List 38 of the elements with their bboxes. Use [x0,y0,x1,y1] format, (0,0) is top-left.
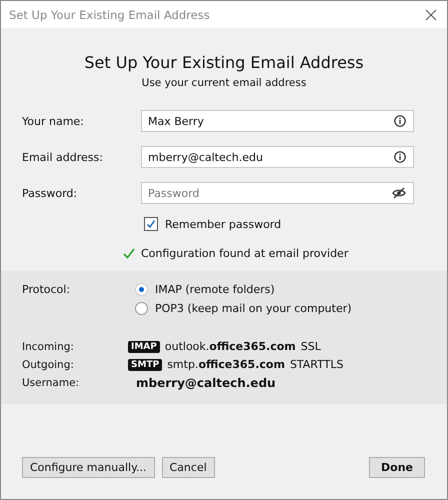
window-title: Set Up Your Existing Email Address [9,8,210,22]
info-icon[interactable] [394,151,406,163]
text-field[interactable]: Max Berry [141,110,414,132]
radio-label: POP3 (keep mail on your computer) [155,302,352,315]
radio-button[interactable] [135,283,148,296]
protocol-badge: IMAP [128,340,160,352]
status-message: Configuration found at email provider [141,247,348,260]
checkbox-label: Remember password [165,218,282,230]
radio-label: IMAP (remote folders) [155,283,275,296]
server-label: Outgoing: [22,358,75,370]
server-host: outlook.office365.com [164,340,296,353]
server-host: smtp.office365.com [167,358,285,371]
field-value: Max Berry [148,114,204,128]
dialog-button[interactable]: Configure manually... [22,457,154,478]
field-label: Password: [22,186,78,200]
checkbox[interactable] [144,217,158,231]
server-label: Incoming: [22,340,75,352]
dialog-subheading: Use your current email address [140,77,308,89]
field-value: mberry@caltech.edu [148,150,263,164]
field-placeholder: Password [148,186,200,200]
radio-button[interactable] [135,302,148,315]
info-icon[interactable] [394,115,406,127]
security-type: STARTTLS [290,358,344,371]
username-value: mberry@caltech.edu [136,376,276,390]
field-label: Your name: [22,114,85,128]
password-field[interactable]: Password [141,182,414,204]
text-field[interactable]: mberry@caltech.edu [141,146,414,168]
dialog-heading: Set Up Your Existing Email Address [83,53,365,72]
protocol-label: Protocol: [22,283,72,298]
hidden-eye-icon[interactable] [392,187,406,199]
security-type: SSL [300,340,321,353]
check-icon [123,248,135,259]
close-icon[interactable] [425,8,437,20]
protocol-badge: SMTP [128,358,162,370]
field-label: Email address: [22,150,104,164]
username-label: Username: [22,376,80,388]
done-button[interactable]: Done [369,457,425,478]
dialog-button[interactable]: Cancel [162,457,215,478]
